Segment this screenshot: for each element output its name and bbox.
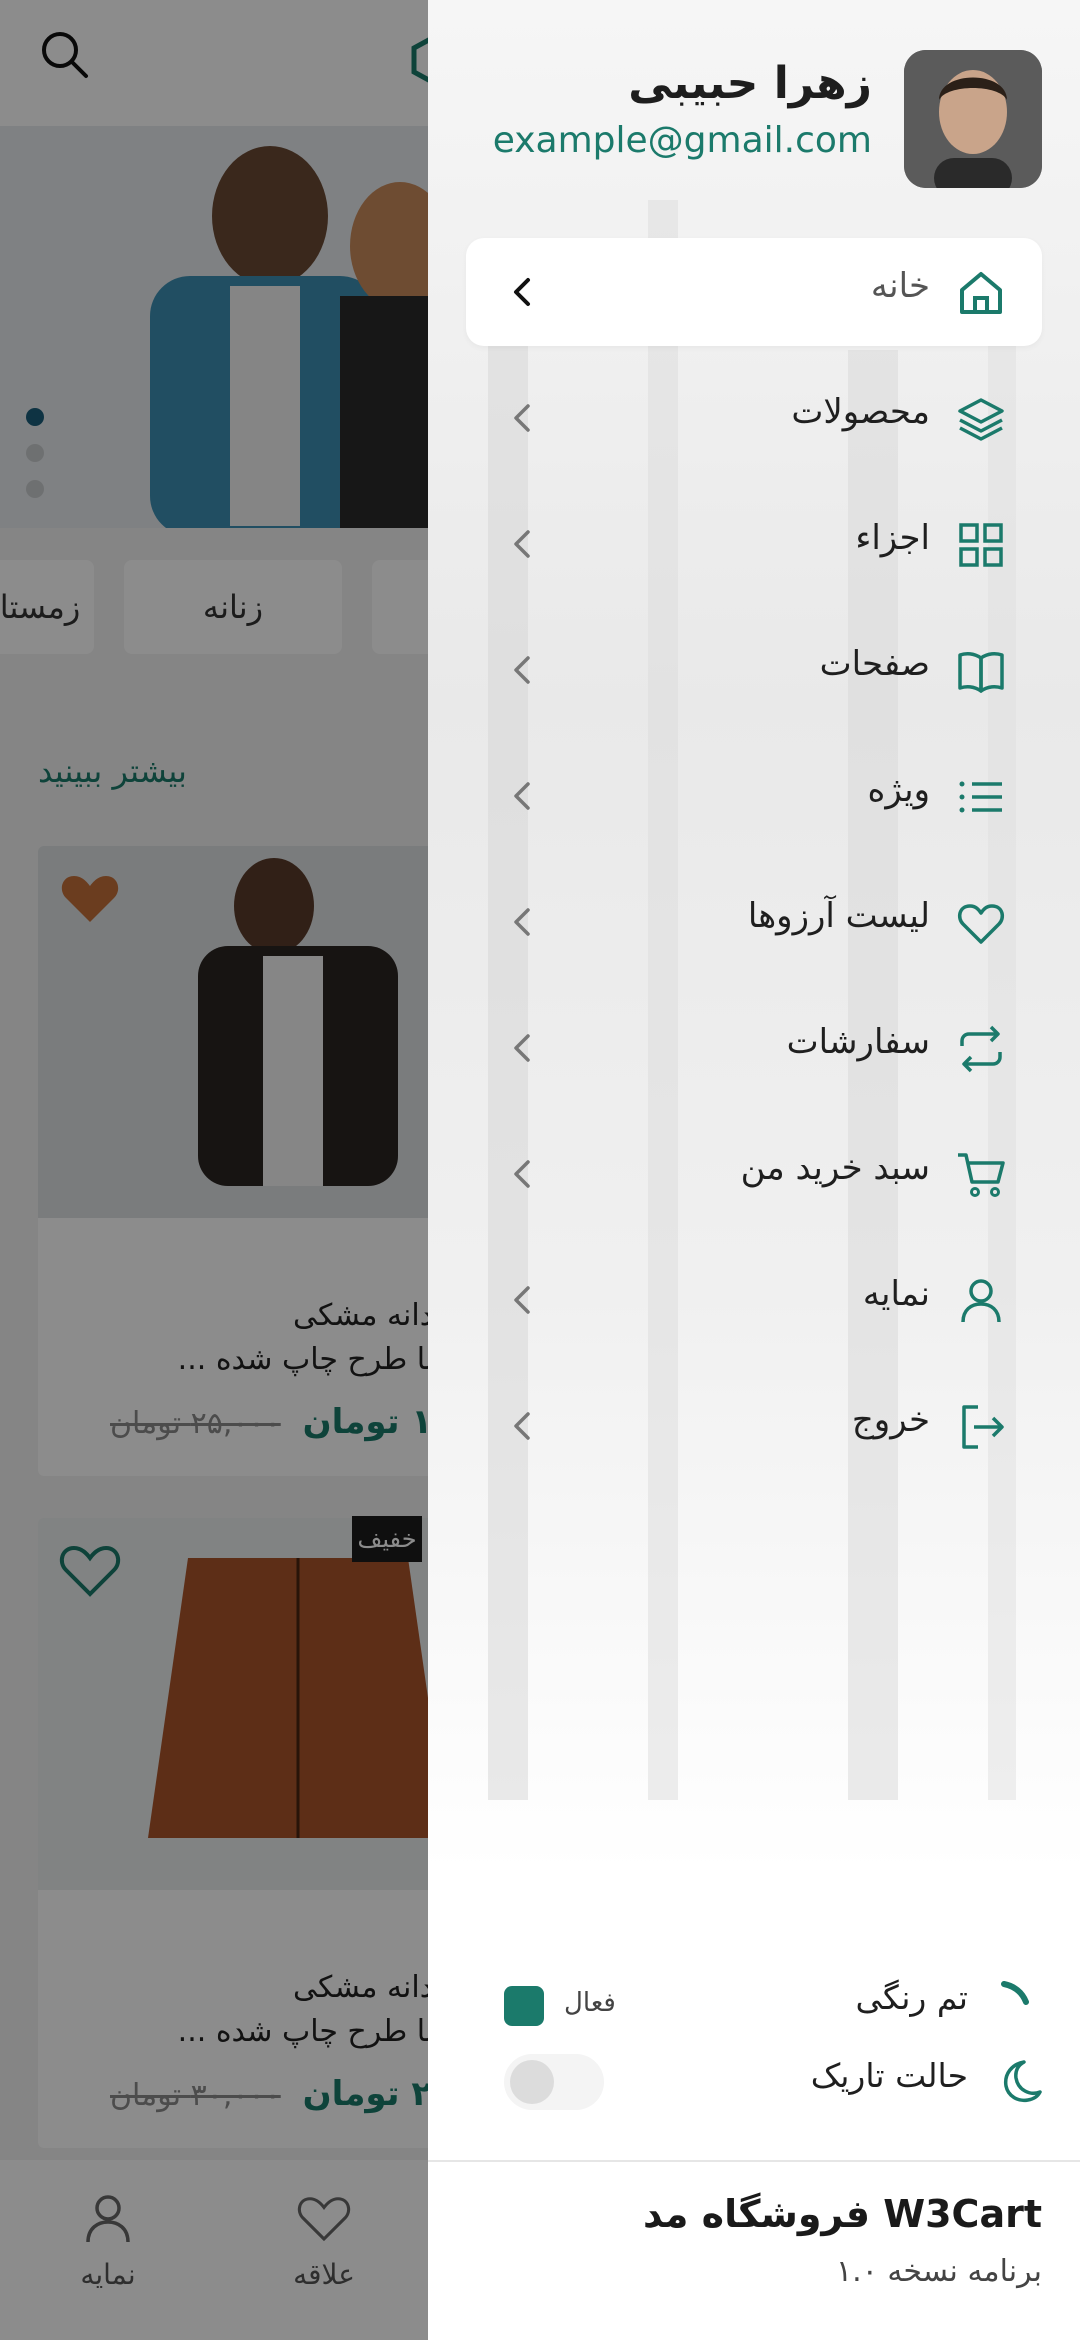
repeat-icon: [960, 1025, 1002, 1073]
menu-label: نمایه: [862, 1274, 930, 1314]
menu-item-featured[interactable]: ویژه: [466, 742, 1042, 850]
book-icon: [958, 652, 1004, 693]
color-theme-label: تم رنگی: [855, 1978, 969, 2017]
app-version: برنامه نسخه ۱.۰: [836, 2254, 1042, 2289]
layers-icon: [958, 398, 1004, 441]
dark-mode-toggle[interactable]: [504, 2054, 604, 2110]
chevron-left-icon: [514, 1412, 530, 1440]
menu-label: اجزاء: [855, 518, 930, 558]
profile-header[interactable]: زهرا حبیبی example@gmail.com: [466, 50, 1042, 188]
cart-icon: [958, 1153, 1005, 1197]
chevron-left-icon: [514, 1286, 530, 1314]
chevron-left-icon: [514, 782, 530, 810]
list-icon: [959, 781, 1002, 813]
menu-item-profile[interactable]: نمایه: [466, 1246, 1042, 1354]
user-name: زهرا حبیبی: [628, 58, 872, 109]
menu-label: صفحات: [819, 644, 930, 684]
home-icon: [960, 272, 1002, 314]
chevron-left-icon: [514, 404, 530, 432]
menu-label: ویژه: [867, 770, 930, 810]
theme-status: فعال: [564, 1988, 616, 2018]
menu-label: سفارشات: [786, 1022, 930, 1062]
menu-item-orders[interactable]: سفارشات: [466, 994, 1042, 1102]
navigation-drawer: زهرا حبیبی example@gmail.com خانه محصولا…: [428, 0, 1080, 2340]
drawer-footer: فروشگاه مد W3Cart برنامه نسخه ۱.۰: [428, 2160, 1080, 2340]
user-icon: [961, 1279, 1001, 1323]
drawer-menu: خانه محصولات اجزاء صفحات ویژه لیست آرزوه…: [466, 238, 1042, 1498]
dark-mode-row[interactable]: حالت تاریک: [466, 2050, 1042, 2116]
menu-item-logout[interactable]: خروج: [466, 1372, 1042, 1480]
color-theme-icon: [1001, 1981, 1029, 2005]
heart-icon: [957, 904, 1005, 944]
chevron-left-icon: [514, 908, 530, 936]
menu-label: لیست آرزوها: [747, 896, 930, 936]
logout-icon: [962, 1405, 1004, 1449]
grid-icon: [959, 523, 1003, 567]
chevron-left-icon: [514, 1034, 530, 1062]
user-email: example@gmail.com: [492, 120, 872, 161]
moon-icon: [1003, 2060, 1042, 2103]
store-name: فروشگاه مد W3Cart: [642, 2192, 1042, 2236]
chevron-left-icon: [514, 530, 530, 558]
menu-item-cart[interactable]: سبد خرید من: [466, 1120, 1042, 1228]
menu-label: خروج: [851, 1400, 930, 1440]
menu-label: سبد خرید من: [740, 1148, 930, 1188]
avatar[interactable]: [904, 50, 1042, 188]
chevron-left-icon: [514, 278, 530, 306]
toggle-knob: [510, 2060, 554, 2104]
dark-mode-label: حالت تاریک: [810, 2056, 968, 2095]
menu-item-home[interactable]: خانه: [466, 238, 1042, 346]
theme-color-swatch[interactable]: [504, 1986, 544, 2026]
menu-item-products[interactable]: محصولات: [466, 364, 1042, 472]
menu-item-components[interactable]: اجزاء: [466, 490, 1042, 598]
menu-item-wishlist[interactable]: لیست آرزوها: [466, 868, 1042, 976]
menu-item-pages[interactable]: صفحات: [466, 616, 1042, 724]
menu-label: خانه: [870, 266, 930, 306]
chevron-left-icon: [514, 1160, 530, 1188]
chevron-left-icon: [514, 656, 530, 684]
color-theme-row[interactable]: تم رنگی فعال: [466, 1972, 1042, 2032]
menu-label: محصولات: [791, 392, 930, 432]
